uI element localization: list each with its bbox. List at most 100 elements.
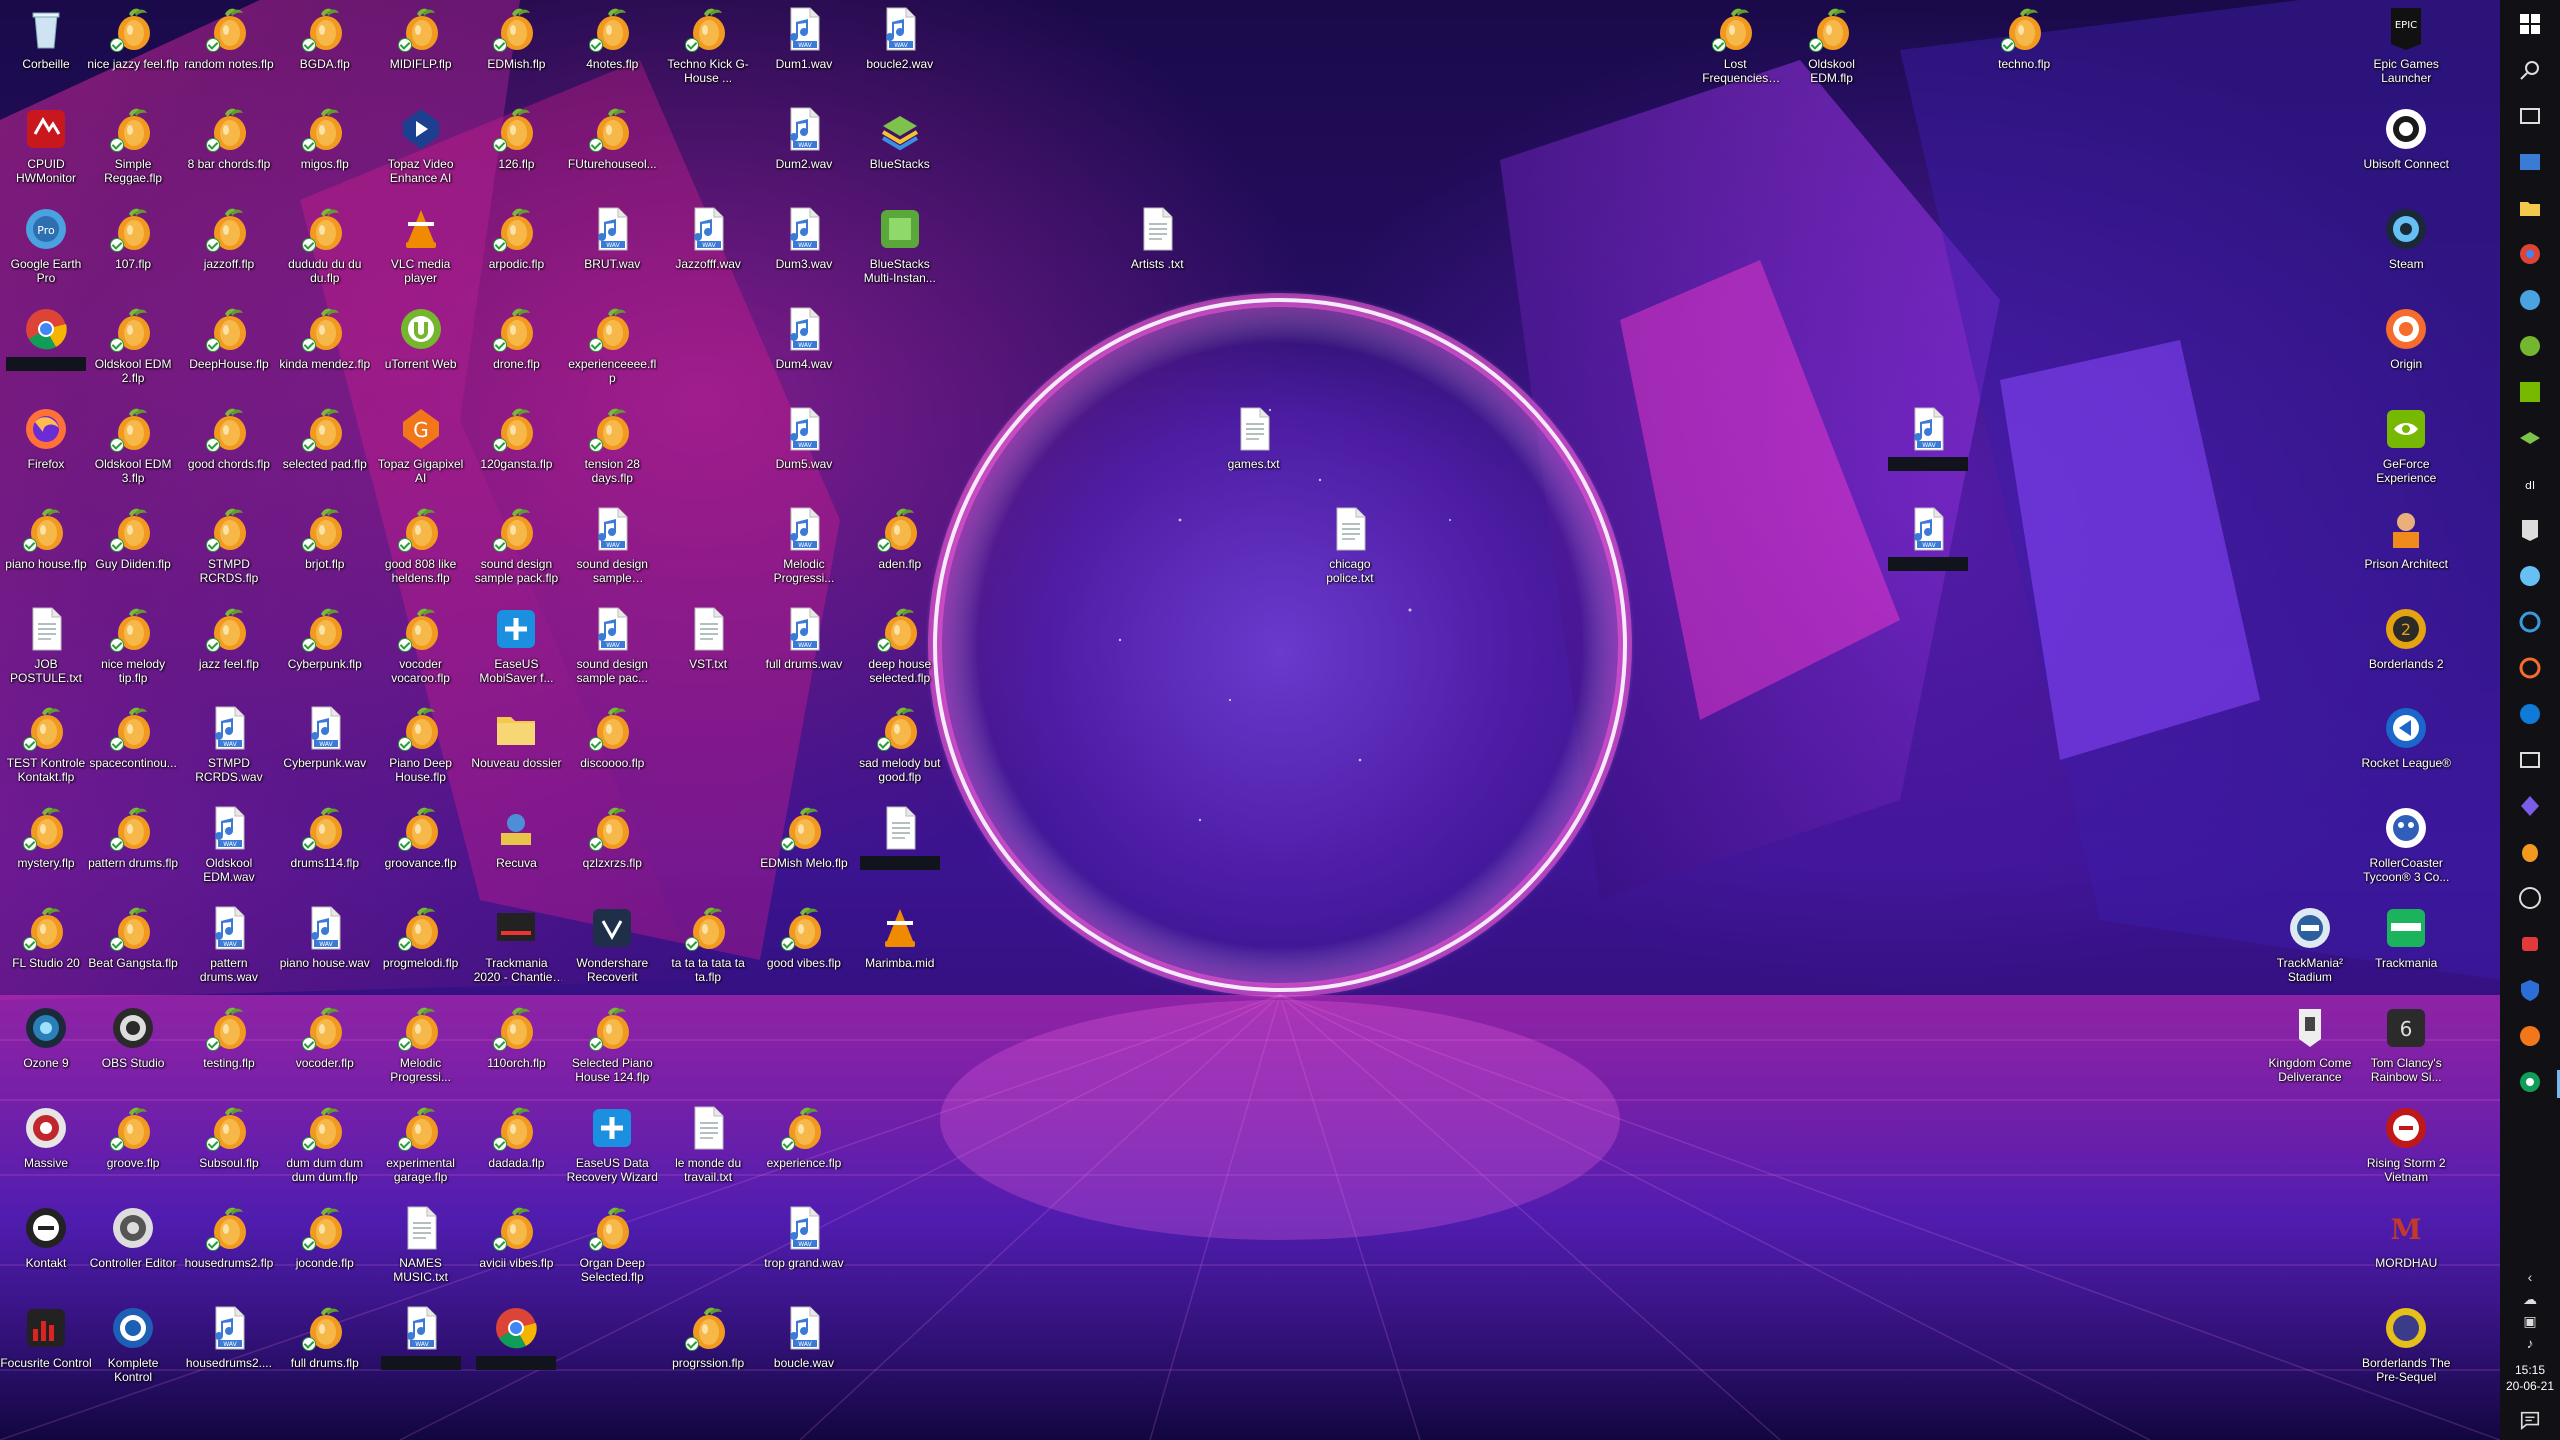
desktop-icon-wav-file[interactable]: WAV bbox=[375, 1303, 467, 1399]
desktop-icon-fl-project[interactable]: brjot.flp bbox=[279, 504, 371, 600]
desktop-icon-hwmonitor[interactable]: CPUID HWMonitor bbox=[0, 104, 92, 200]
desktop-icon-fl-project[interactable]: pattern drums.flp bbox=[87, 803, 179, 899]
desktop-icon-wav-file[interactable]: WAV boucle2.wav bbox=[854, 4, 946, 100]
desktop-icon-fl-project[interactable]: ta ta ta tata ta ta.flp bbox=[662, 903, 754, 999]
desktop-icon-fl-project[interactable]: good vibes.flp bbox=[758, 903, 850, 999]
desktop-icon-fl-project[interactable]: groove.flp bbox=[87, 1103, 179, 1199]
desktop-icon-fl-project[interactable]: random notes.flp bbox=[183, 4, 275, 100]
desktop-icon-fl-project[interactable]: joconde.flp bbox=[279, 1203, 371, 1299]
desktop-icon-vlc[interactable]: Marimba.mid bbox=[854, 903, 946, 999]
taskbar-button-search[interactable] bbox=[2508, 50, 2552, 94]
desktop-icon-rainbow-six[interactable]: 6 Tom Clancy's Rainbow Si... bbox=[2360, 1003, 2452, 1099]
desktop-icon-wav-file[interactable]: WAV pattern drums.wav bbox=[183, 903, 275, 999]
desktop-icon-trackmania2[interactable]: TrackMania² Stadium bbox=[2264, 903, 2356, 999]
desktop-icon-wav-file[interactable]: WAV bbox=[1882, 504, 1974, 600]
desktop-icon-controller-editor[interactable]: Controller Editor bbox=[87, 1203, 179, 1299]
desktop-icon-kontakt[interactable]: Kontakt bbox=[0, 1203, 92, 1299]
desktop-icon-borderlands[interactable]: 2 Borderlands 2 bbox=[2360, 604, 2452, 700]
desktop-icon-fl-project[interactable]: arpodic.flp bbox=[470, 204, 562, 300]
desktop-icon-wav-file[interactable]: WAV sound design sample pac... bbox=[566, 604, 658, 700]
desktop-icon-rocket-league[interactable]: Rocket League® bbox=[2360, 703, 2452, 799]
desktop-icon-fl-project[interactable]: aden.flp bbox=[854, 504, 946, 600]
desktop-icon-google-earth[interactable]: Pro Google Earth Pro bbox=[0, 204, 92, 300]
desktop-icon-wav-file[interactable]: WAV Oldskool EDM.wav bbox=[183, 803, 275, 899]
desktop-icon-fl-project[interactable]: sound design sample pack.flp bbox=[470, 504, 562, 600]
desktop-icon-wav-file[interactable]: WAV Dum2.wav bbox=[758, 104, 850, 200]
desktop-icon-fl-project[interactable]: Guy Diiden.flp bbox=[87, 504, 179, 600]
desktop-icon-fl-project[interactable]: Oldskool EDM.flp bbox=[1786, 4, 1878, 100]
desktop-icon-fl-project[interactable]: 4notes.flp bbox=[566, 4, 658, 100]
desktop-icon-wav-file[interactable]: WAV STMPD RCRDS.wav bbox=[183, 703, 275, 799]
taskbar-clock[interactable]: 15:15 20-06-21 bbox=[2506, 1362, 2554, 1394]
desktop-icon-fl-project[interactable]: Beat Gangsta.flp bbox=[87, 903, 179, 999]
desktop-icon-wav-file[interactable]: WAV trop grand.wav bbox=[758, 1203, 850, 1299]
desktop-icon-fl-project[interactable]: Cyberpunk.flp bbox=[279, 604, 371, 700]
desktop-icon-fl-project[interactable]: dadada.flp bbox=[470, 1103, 562, 1199]
desktop-icon-vlc[interactable]: VLC media player bbox=[375, 204, 467, 300]
taskbar-button-chrome2[interactable] bbox=[2508, 1062, 2560, 1106]
chevron-up-icon[interactable]: ‹ bbox=[2516, 1266, 2544, 1288]
desktop-icon-ozone[interactable]: Ozone 9 bbox=[0, 1003, 92, 1099]
desktop-icon-mordhau[interactable]: M MORDHAU bbox=[2360, 1203, 2452, 1299]
desktop-icon-fl-project[interactable]: Techno Kick G-House ... bbox=[662, 4, 754, 100]
desktop-icon-origin[interactable]: Origin bbox=[2360, 304, 2452, 400]
desktop-icon-text-file[interactable]: Artists .txt bbox=[1111, 204, 1203, 300]
desktop-icon-fl-project[interactable]: Subsoul.flp bbox=[183, 1103, 275, 1199]
desktop-icon-fl-project[interactable]: drums114.flp bbox=[279, 803, 371, 899]
taskbar-button-nvidia[interactable] bbox=[2508, 372, 2552, 416]
desktop-icon-fl-project[interactable]: 110orch.flp bbox=[470, 1003, 562, 1099]
taskbar-button-origin[interactable] bbox=[2508, 648, 2552, 692]
desktop-icon-fl-project[interactable]: DeepHouse.flp bbox=[183, 304, 275, 400]
desktop-icon-fl-project[interactable]: vocoder vocaroo.flp bbox=[375, 604, 467, 700]
desktop-icon-fl-project[interactable]: jazz feel.flp bbox=[183, 604, 275, 700]
desktop-icon-wav-file[interactable]: WAV Dum5.wav bbox=[758, 404, 850, 500]
desktop-icon-fl-project[interactable]: Piano Deep House.flp bbox=[375, 703, 467, 799]
desktop-icon-fl-project[interactable]: MIDIFLP.flp bbox=[375, 4, 467, 100]
desktop-icon-recuva[interactable]: Recuva bbox=[470, 803, 562, 899]
desktop-icon-fl-project[interactable]: spacecontinou... bbox=[87, 703, 179, 799]
taskbar-button-shield[interactable] bbox=[2508, 970, 2552, 1014]
desktop-icon-wav-file[interactable]: WAV BRUT.wav bbox=[566, 204, 658, 300]
desktop-icon-nvidia[interactable]: GeForce Experience bbox=[2360, 404, 2452, 500]
taskbar-button-ubisoft[interactable] bbox=[2508, 602, 2552, 646]
desktop-icon-fl-project[interactable]: kinda mendez.flp bbox=[279, 304, 371, 400]
taskbar-button-epic[interactable] bbox=[2508, 510, 2552, 554]
taskbar-button-explorer[interactable] bbox=[2508, 188, 2552, 232]
desktop-icon-fl-project[interactable]: experimental garage.flp bbox=[375, 1103, 467, 1199]
desktop-icon-text-file[interactable] bbox=[854, 803, 946, 899]
desktop-icon-komplete[interactable]: Komplete Kontrol bbox=[87, 1303, 179, 1399]
desktop-icon-kingdom-come[interactable]: Kingdom Come Deliverance bbox=[2264, 1003, 2356, 1099]
desktop-icon-fl-project[interactable]: full drums.flp bbox=[279, 1303, 371, 1399]
desktop-icon-fl-project[interactable]: drone.flp bbox=[470, 304, 562, 400]
desktop-icon-epic-games[interactable]: EPIC Epic Games Launcher bbox=[2360, 4, 2452, 100]
desktop-icon-fl-project[interactable]: EDMish.flp bbox=[470, 4, 562, 100]
desktop-icon-fl-project[interactable]: housedrums2.flp bbox=[183, 1203, 275, 1299]
desktop-icon-trackmania-shot[interactable]: Trackmania 2020 - Chantier, 3m... bbox=[470, 903, 562, 999]
desktop-icon-fl-project[interactable]: deep house selected.flp bbox=[854, 604, 946, 700]
desktop-icon-fl-project[interactable]: migos.flp bbox=[279, 104, 371, 200]
desktop-icon-wav-file[interactable]: WAV full drums.wav bbox=[758, 604, 850, 700]
desktop-icon-fl-project[interactable]: 107.flp bbox=[87, 204, 179, 300]
taskbar-button-edge[interactable] bbox=[2508, 694, 2552, 738]
taskbar-button-fl[interactable] bbox=[2508, 832, 2552, 876]
desktop-icon-wav-file[interactable]: WAV Dum4.wav bbox=[758, 304, 850, 400]
desktop-icon-fl-project[interactable]: TEST Kontrole Kontakt.flp bbox=[0, 703, 92, 799]
desktop-icon-fl-project[interactable]: mystery.flp bbox=[0, 803, 92, 899]
desktop-icon-text-file[interactable]: chicago police.txt bbox=[1304, 504, 1396, 600]
desktop-icon-wav-file[interactable]: WAV bbox=[1882, 404, 1974, 500]
desktop-icon-fl-project[interactable]: tension 28 days.flp bbox=[566, 404, 658, 500]
desktop-icon-fl-project[interactable]: progmelodi.flp bbox=[375, 903, 467, 999]
desktop-icon-fl-project[interactable]: Selected Piano House 124.flp bbox=[566, 1003, 658, 1099]
desktop-icon-fl-project[interactable]: groovance.flp bbox=[375, 803, 467, 899]
onedrive-icon[interactable]: ☁ bbox=[2516, 1288, 2544, 1310]
desktop-icon-fl-project[interactable]: nice jazzy feel.flp bbox=[87, 4, 179, 100]
taskbar-button-windows-start[interactable] bbox=[2508, 4, 2552, 48]
desktop-icon-bluestacks-multi[interactable]: BlueStacks Multi-Instan... bbox=[854, 204, 946, 300]
desktop-icon-easeus[interactable]: EaseUS Data Recovery Wizard bbox=[566, 1103, 658, 1199]
desktop-icon-text-file[interactable]: VST.txt bbox=[662, 604, 754, 700]
desktop-icon-wav-file[interactable]: WAV boucle.wav bbox=[758, 1303, 850, 1399]
taskbar-button-film[interactable] bbox=[2508, 740, 2552, 784]
desktop-icon-text-file[interactable]: le monde du travail.txt bbox=[662, 1103, 754, 1199]
desktop-icon-wav-file[interactable]: WAV housedrums2.... bbox=[183, 1303, 275, 1399]
desktop-icon-fl-project[interactable]: progrssion.flp bbox=[662, 1303, 754, 1399]
